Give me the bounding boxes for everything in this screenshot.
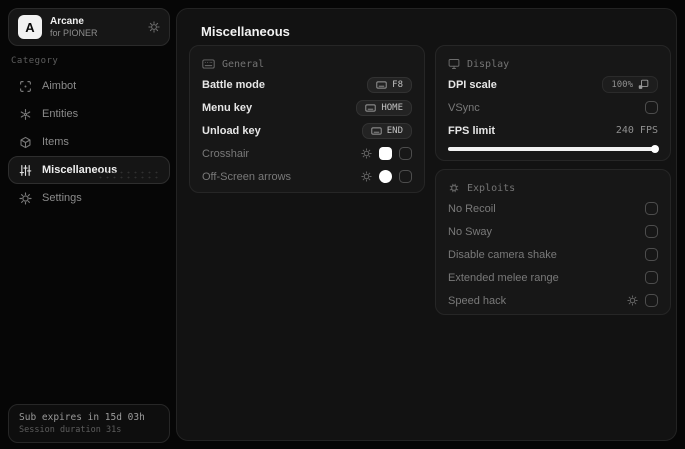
sidebar: A Arcane for PIONER Category Aimbot Enti…: [0, 0, 176, 449]
setting-label: Unload key: [202, 124, 261, 137]
setting-label: Menu key: [202, 101, 253, 114]
setting-row-offscreen-arrows: Off-Screen arrows: [202, 165, 412, 188]
setting-row-no-recoil: No Recoil: [448, 197, 658, 220]
sub-expires-text: Sub expires in 15d 03h: [19, 412, 145, 423]
setting-row-no-sway: No Sway: [448, 220, 658, 243]
setting-row-dpi-scale: DPI scale 100%: [448, 73, 658, 96]
app-subtitle: for PIONER: [50, 27, 98, 38]
gear-icon[interactable]: [148, 21, 160, 33]
keyboard-icon: [376, 80, 387, 89]
sidebar-nav: Aimbot Entities Items Miscellaneous Sett…: [8, 72, 170, 212]
disable-camera-shake-checkbox[interactable]: [645, 248, 658, 261]
setting-row-vsync: VSync: [448, 96, 658, 119]
display-section-card: Display DPI scale 100% VSync FPS limit 2…: [435, 45, 671, 161]
exploits-section-card: Exploits No Recoil No Sway Disable camer…: [435, 169, 671, 315]
crosshair-checkbox[interactable]: [399, 147, 412, 160]
setting-label: Crosshair: [202, 147, 250, 160]
bug-icon: [448, 182, 460, 194]
sidebar-item-label: Settings: [42, 192, 82, 204]
exploits-section-header: Exploits: [448, 179, 658, 197]
sidebar-item-miscellaneous[interactable]: Miscellaneous: [8, 156, 170, 184]
vsync-checkbox[interactable]: [645, 101, 658, 114]
keyboard-icon: [365, 103, 376, 112]
page-title: Miscellaneous: [201, 24, 290, 39]
color-swatch[interactable]: [379, 147, 392, 160]
brand-card: A Arcane for PIONER: [8, 8, 170, 46]
keybind-button-unload-key[interactable]: END: [361, 122, 412, 139]
fps-limit-slider[interactable]: [448, 145, 659, 153]
scale-icon: [638, 79, 649, 90]
keybind-button-menu-key[interactable]: HOME: [356, 99, 412, 116]
setting-row-battle-mode: Battle mode F8: [202, 73, 412, 96]
sidebar-item-label: Items: [42, 136, 69, 148]
setting-row-disable-camera-shake: Disable camera shake: [448, 243, 658, 266]
setting-row-speed-hack: Speed hack: [448, 289, 658, 312]
setting-label: Off-Screen arrows: [202, 170, 292, 183]
setting-label: No Recoil: [448, 202, 496, 215]
offscreen-arrows-checkbox[interactable]: [399, 170, 412, 183]
sidebar-item-items[interactable]: Items: [8, 128, 170, 156]
setting-label: Extended melee range: [448, 271, 559, 284]
main-panel: Miscellaneous General Battle mode F8 Men…: [176, 8, 677, 441]
setting-row-menu-key: Menu key HOME: [202, 96, 412, 119]
session-duration-text: Session duration 31s: [19, 425, 122, 435]
no-recoil-checkbox[interactable]: [645, 202, 658, 215]
setting-label: VSync: [448, 101, 480, 114]
aimbot-scan-icon: [19, 80, 32, 93]
dotted-texture: [97, 170, 161, 179]
gear-icon: [19, 191, 32, 205]
keybind-button-battle-mode[interactable]: F8: [367, 76, 412, 93]
entities-icon: [19, 108, 32, 121]
setting-label: No Sway: [448, 225, 493, 238]
color-swatch[interactable]: [379, 170, 392, 183]
gear-icon[interactable]: [361, 148, 372, 159]
keyboard-icon: [202, 59, 215, 69]
setting-label: DPI scale: [448, 78, 497, 91]
fps-limit-value: 240 FPS: [615, 125, 658, 136]
extended-melee-range-checkbox[interactable]: [645, 271, 658, 284]
general-section-header: General: [202, 55, 412, 73]
setting-label: Speed hack: [448, 294, 507, 307]
items-package-icon: [19, 136, 32, 149]
setting-label: Disable camera shake: [448, 248, 557, 261]
app-window: A Arcane for PIONER Category Aimbot Enti…: [0, 0, 685, 449]
app-name: Arcane: [50, 16, 84, 28]
general-section-card: General Battle mode F8 Menu key HOME Unl…: [189, 45, 425, 193]
monitor-icon: [448, 58, 460, 70]
slider-fill: [448, 147, 658, 151]
gear-icon[interactable]: [627, 295, 638, 306]
setting-row-extended-melee-range: Extended melee range: [448, 266, 658, 289]
sidebar-item-label: Entities: [42, 108, 79, 120]
sidebar-item-aimbot[interactable]: Aimbot: [8, 72, 170, 100]
subscription-info-card: Sub expires in 15d 03h Session duration …: [8, 404, 170, 443]
setting-label: Battle mode: [202, 78, 265, 91]
dpi-scale-select[interactable]: 100%: [602, 76, 658, 93]
category-label: Category: [11, 56, 59, 66]
gear-icon[interactable]: [361, 171, 372, 182]
setting-row-crosshair: Crosshair: [202, 142, 412, 165]
display-section-header: Display: [448, 55, 658, 73]
speed-hack-checkbox[interactable]: [645, 294, 658, 307]
keyboard-icon: [371, 126, 382, 135]
setting-label: FPS limit: [448, 124, 496, 137]
sidebar-item-label: Aimbot: [42, 80, 77, 92]
sidebar-item-settings[interactable]: Settings: [8, 184, 170, 212]
sliders-icon: [19, 164, 32, 177]
app-logo: A: [18, 15, 42, 39]
setting-row-fps-limit: FPS limit 240 FPS: [448, 119, 658, 142]
setting-row-unload-key: Unload key END: [202, 119, 412, 142]
slider-knob[interactable]: [651, 145, 659, 153]
no-sway-checkbox[interactable]: [645, 225, 658, 238]
sidebar-item-entities[interactable]: Entities: [8, 100, 170, 128]
